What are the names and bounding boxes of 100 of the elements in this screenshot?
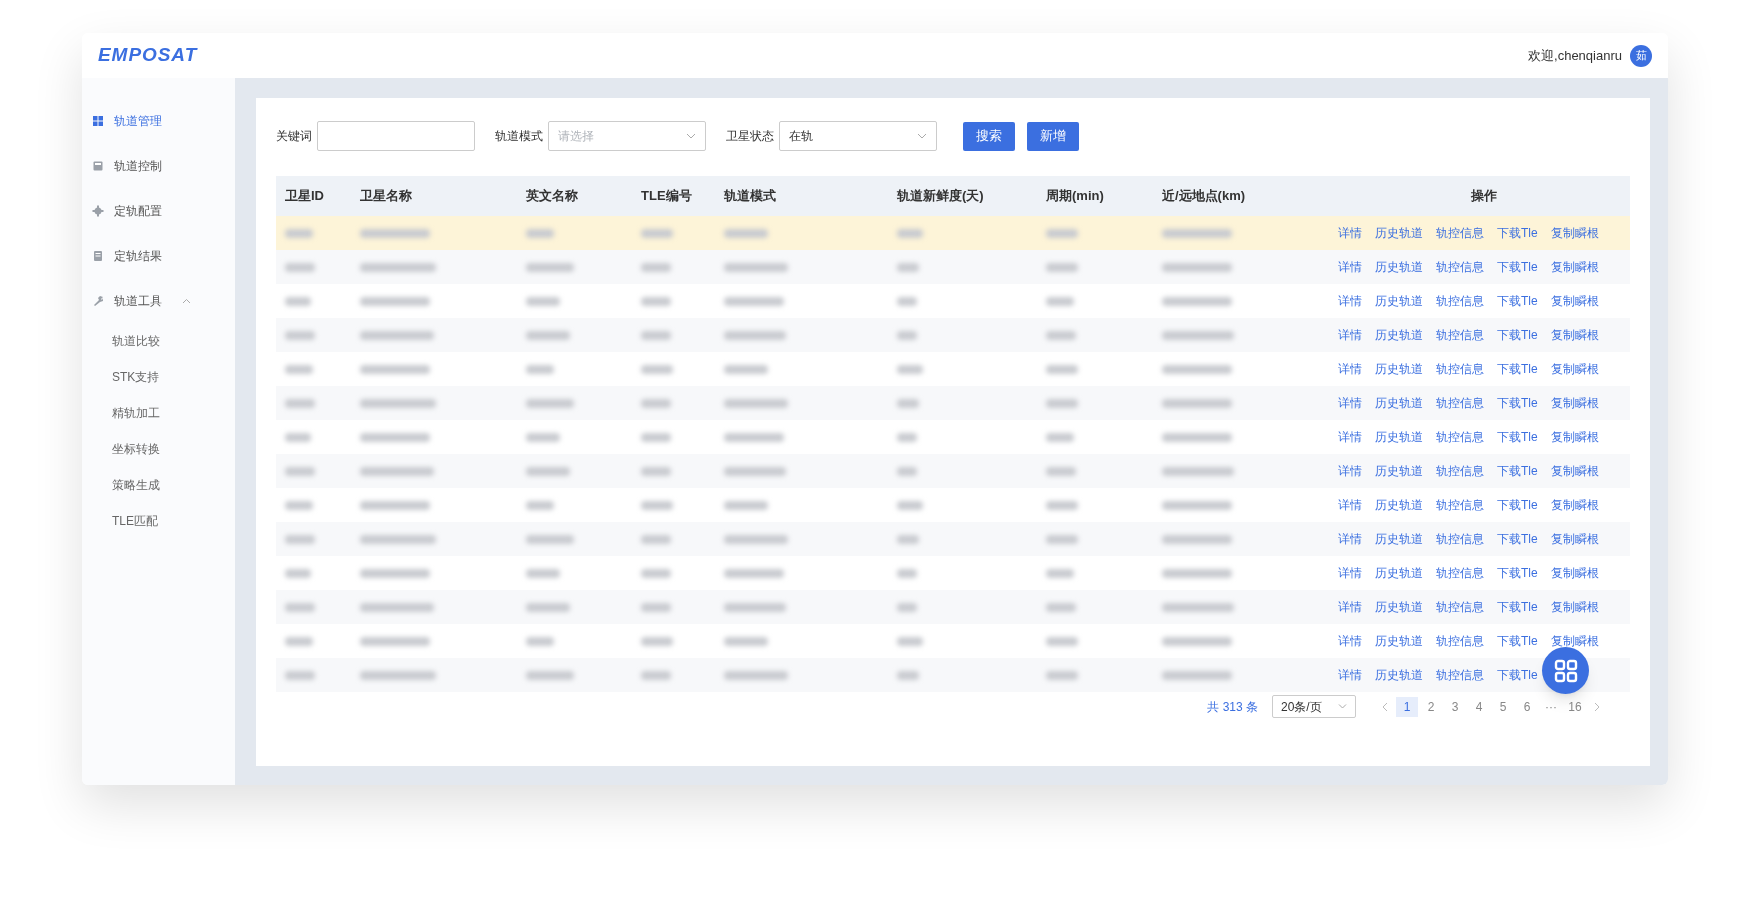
action-link[interactable]: 复制瞬根 (1550, 530, 1599, 548)
action-link[interactable]: 历史轨道 (1375, 598, 1423, 616)
action-link[interactable]: 轨控信息 (1436, 564, 1484, 582)
action-link[interactable]: 下载Tle (1497, 462, 1538, 480)
action-link[interactable]: 轨控信息 (1436, 258, 1484, 276)
action-link[interactable]: 轨控信息 (1436, 632, 1484, 650)
submenu-item[interactable]: 坐标转换 (82, 431, 235, 467)
action-link[interactable]: 历史轨道 (1375, 394, 1423, 412)
action-link[interactable]: 下载Tle (1497, 394, 1538, 412)
action-link[interactable]: 历史轨道 (1375, 530, 1423, 548)
action-link[interactable]: 详情 (1338, 598, 1362, 616)
table-row[interactable]: 详情 历史轨道 轨控信息 下载Tle 复制瞬根 (276, 216, 1630, 250)
action-link[interactable]: 历史轨道 (1375, 462, 1423, 480)
action-link[interactable]: 下载Tle (1497, 564, 1538, 582)
action-link[interactable]: 历史轨道 (1375, 326, 1423, 344)
action-link[interactable]: 详情 (1338, 292, 1362, 310)
action-link[interactable]: 复制瞬根 (1550, 292, 1599, 310)
page-size-select[interactable]: 20条/页 (1272, 695, 1356, 718)
table-row[interactable]: 详情 历史轨道 轨控信息 下载Tle 复制瞬根 (276, 250, 1630, 284)
action-link[interactable]: 复制瞬根 (1550, 258, 1599, 276)
table-row[interactable]: 详情 历史轨道 轨控信息 下载Tle 复制瞬根 (276, 590, 1630, 624)
page-button[interactable]: 6 (1516, 696, 1538, 717)
page-button[interactable]: 16 (1564, 696, 1586, 717)
table-row[interactable]: 详情 历史轨道 轨控信息 下载Tle 复制瞬根 (276, 522, 1630, 556)
page-button[interactable]: 2 (1420, 696, 1442, 717)
action-link[interactable]: 历史轨道 (1375, 224, 1423, 242)
action-link[interactable]: 详情 (1338, 632, 1362, 650)
action-link[interactable]: 轨控信息 (1436, 224, 1484, 242)
user-avatar[interactable]: 茹 (1630, 44, 1652, 67)
action-link[interactable]: 复制瞬根 (1550, 326, 1599, 344)
action-link[interactable]: 轨控信息 (1436, 360, 1484, 378)
action-link[interactable]: 详情 (1338, 224, 1362, 242)
action-link[interactable]: 轨控信息 (1436, 326, 1484, 344)
table-row[interactable]: 详情 历史轨道 轨控信息 下载Tle 复制瞬根 (276, 454, 1630, 488)
action-link[interactable]: 轨控信息 (1436, 394, 1484, 412)
sidebar-item[interactable]: 定轨结果 (82, 233, 235, 278)
action-link[interactable]: 复制瞬根 (1550, 462, 1599, 480)
sidebar-item[interactable]: 轨道工具 (82, 278, 235, 323)
page-button[interactable]: 3 (1444, 696, 1466, 717)
action-link[interactable]: 下载Tle (1497, 224, 1538, 242)
action-link[interactable]: 下载Tle (1497, 632, 1538, 650)
action-link[interactable]: 复制瞬根 (1550, 598, 1599, 616)
action-link[interactable]: 轨控信息 (1436, 530, 1484, 548)
submenu-item[interactable]: STK支持 (82, 359, 235, 395)
action-link[interactable]: 下载Tle (1497, 258, 1538, 276)
action-link[interactable]: 历史轨道 (1375, 360, 1423, 378)
action-link[interactable]: 下载Tle (1497, 360, 1538, 378)
action-link[interactable]: 历史轨道 (1375, 632, 1423, 650)
submenu-item[interactable]: 精轨加工 (82, 395, 235, 431)
select-field[interactable]: 在轨 (779, 121, 937, 151)
action-link[interactable]: 下载Tle (1497, 496, 1538, 514)
action-link[interactable]: 历史轨道 (1375, 564, 1423, 582)
action-link[interactable]: 历史轨道 (1375, 666, 1423, 684)
action-link[interactable]: 详情 (1338, 360, 1362, 378)
action-link[interactable]: 详情 (1338, 530, 1362, 548)
action-link[interactable]: 复制瞬根 (1550, 632, 1599, 650)
action-button[interactable]: 搜索 (963, 121, 1015, 151)
previous-page-icon[interactable] (1382, 701, 1388, 712)
page-button[interactable]: 1 (1396, 696, 1418, 717)
action-link[interactable]: 历史轨道 (1375, 258, 1423, 276)
action-link[interactable]: 轨控信息 (1436, 292, 1484, 310)
table-row[interactable]: 详情 历史轨道 轨控信息 下载Tle 复制瞬根 (276, 386, 1630, 420)
action-link[interactable]: 轨控信息 (1436, 666, 1484, 684)
action-link[interactable]: 详情 (1338, 666, 1362, 684)
action-link[interactable]: 历史轨道 (1375, 292, 1423, 310)
action-link[interactable]: 轨控信息 (1436, 598, 1484, 616)
action-link[interactable]: 详情 (1338, 496, 1362, 514)
submenu-item[interactable]: 轨道比较 (82, 323, 235, 359)
action-link[interactable]: 下载Tle (1497, 292, 1538, 310)
action-link[interactable]: 详情 (1338, 326, 1362, 344)
sidebar-item[interactable]: 轨道控制 (82, 143, 235, 188)
action-link[interactable]: 下载Tle (1497, 666, 1538, 684)
action-link[interactable]: 轨控信息 (1436, 428, 1484, 446)
action-link[interactable]: 复制瞬根 (1550, 394, 1599, 412)
submenu-item[interactable]: TLE匹配 (82, 503, 235, 539)
action-link[interactable]: 详情 (1338, 258, 1362, 276)
action-link[interactable]: 复制瞬根 (1550, 564, 1599, 582)
action-link[interactable]: 下载Tle (1497, 598, 1538, 616)
action-link[interactable]: 详情 (1338, 394, 1362, 412)
action-link[interactable]: 历史轨道 (1375, 428, 1423, 446)
next-page-icon[interactable] (1594, 701, 1600, 712)
page-button[interactable]: 4 (1468, 696, 1490, 717)
sidebar-item[interactable]: 轨道管理 (82, 98, 235, 143)
action-link[interactable]: 历史轨道 (1375, 496, 1423, 514)
action-button[interactable]: 新增 (1027, 121, 1079, 151)
sidebar-item[interactable]: 定轨配置 (82, 188, 235, 233)
action-link[interactable]: 详情 (1338, 462, 1362, 480)
page-button[interactable]: ··· (1540, 696, 1562, 717)
action-link[interactable]: 详情 (1338, 564, 1362, 582)
action-link[interactable]: 下载Tle (1497, 530, 1538, 548)
action-link[interactable]: 复制瞬根 (1550, 224, 1599, 242)
table-row[interactable]: 详情 历史轨道 轨控信息 下载Tle (276, 658, 1630, 692)
table-row[interactable]: 详情 历史轨道 轨控信息 下载Tle 复制瞬根 (276, 318, 1630, 352)
action-link[interactable]: 复制瞬根 (1550, 428, 1599, 446)
submenu-item[interactable]: 策略生成 (82, 467, 235, 503)
action-link[interactable]: 详情 (1338, 428, 1362, 446)
action-link[interactable]: 复制瞬根 (1550, 496, 1599, 514)
action-link[interactable]: 轨控信息 (1436, 462, 1484, 480)
keyword-field[interactable] (317, 121, 475, 151)
action-link[interactable]: 下载Tle (1497, 326, 1538, 344)
